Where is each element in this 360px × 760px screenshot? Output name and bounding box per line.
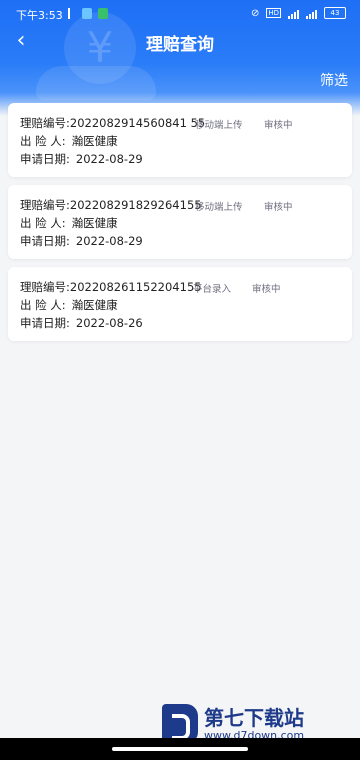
date-label: 申请日期: xyxy=(20,316,70,330)
status-icons-left xyxy=(68,8,108,19)
claim-card[interactable]: 理赔编号:202208291829264155 移动端上传 审核中 出 险 人:… xyxy=(8,185,352,259)
insurer-label: 出 险 人: xyxy=(20,216,66,230)
navigation-bar xyxy=(0,738,360,760)
status-badge: 审核中 xyxy=(264,120,293,131)
status-badge: 审核中 xyxy=(264,202,293,213)
signal-icon xyxy=(288,8,299,19)
claim-no-label: 理赔编号: xyxy=(20,116,70,130)
insurer-label: 出 险 人: xyxy=(20,298,66,312)
battery-icon: 43 xyxy=(324,7,346,19)
hand-decoration xyxy=(36,66,156,100)
bluetooth-icon xyxy=(68,8,76,19)
source-tag: 移动端上传 xyxy=(195,120,243,131)
claim-no-label: 理赔编号: xyxy=(20,280,70,294)
claim-no: 2022082914560841 55 xyxy=(69,116,206,130)
filter-button[interactable]: 筛选 xyxy=(320,70,348,90)
app-notification-icon xyxy=(98,8,108,19)
apply-date: 2022-08-29 xyxy=(75,234,143,248)
claim-no: 202208291829264155 xyxy=(69,198,202,212)
home-indicator[interactable] xyxy=(112,747,248,751)
status-icons-right: ⊘ HD 43 xyxy=(251,7,346,19)
apply-date: 2022-08-29 xyxy=(75,152,143,166)
claim-card[interactable]: 理赔编号:202208261152204155 平台录入 审核中 出 险 人: 瀚… xyxy=(8,267,352,341)
insurer-name: 瀚医健康 xyxy=(71,134,118,148)
claim-card[interactable]: 理赔编号:2022082914560841 55 移动端上传 审核中 出 险 人… xyxy=(8,103,352,177)
watermark-title: 第七下载站 xyxy=(204,705,304,730)
insurer-label: 出 险 人: xyxy=(20,134,66,148)
source-tag: 移动端上传 xyxy=(195,202,243,213)
page-title: 理赔查询 xyxy=(146,35,214,55)
signal-icon-2 xyxy=(306,8,317,19)
status-time: 下午3:53 xyxy=(16,9,63,22)
claim-no: 202208261152204155 xyxy=(69,280,202,294)
insurer-name: 瀚医健康 xyxy=(71,216,118,230)
alarm-icon: ⊘ xyxy=(250,7,260,19)
claim-no-label: 理赔编号: xyxy=(20,198,70,212)
source-tag: 平台录入 xyxy=(193,284,232,295)
status-bar: 下午3:53 ⊘ HD 43 xyxy=(0,0,360,28)
insurer-name: 瀚医健康 xyxy=(71,298,118,312)
shield-app-icon xyxy=(82,8,92,19)
apply-date: 2022-08-26 xyxy=(75,316,143,330)
status-badge: 审核中 xyxy=(252,284,281,295)
hd-icon: HD xyxy=(266,8,281,18)
date-label: 申请日期: xyxy=(20,234,70,248)
date-label: 申请日期: xyxy=(20,152,70,166)
